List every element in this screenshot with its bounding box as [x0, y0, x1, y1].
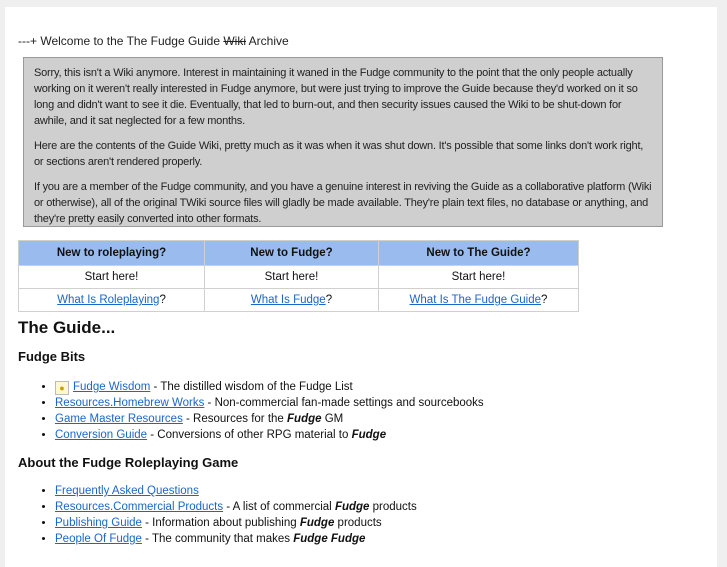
fudge-emphasis: Fudge [299, 517, 335, 529]
item-description: - The distilled wisdom of the Fudge List [150, 381, 353, 393]
game-master-resources-link[interactable]: Game Master Resources [55, 413, 183, 425]
link-cell: What Is Roleplaying? [18, 288, 205, 312]
table-row: What Is Roleplaying? What Is Fudge? What… [18, 288, 579, 312]
archive-notice-box: Sorry, this isn't a Wiki anymore. Intere… [23, 57, 663, 227]
what-is-fudge-link[interactable]: What Is Fudge [251, 294, 326, 306]
list-item: Conversion Guide - Conversions of other … [55, 427, 484, 443]
guide-heading: The Guide... [18, 318, 116, 337]
fudge-emphasis: Fudge Fudge [293, 533, 366, 545]
fudge-bits-heading: Fudge Bits [18, 349, 86, 364]
item-description: - Non-commercial fan-made settings and s… [204, 397, 484, 409]
item-description: - The community that makes [141, 533, 294, 545]
start-here-cell: Start here! [204, 265, 379, 289]
people-of-fudge-link[interactable]: People Of Fudge [55, 533, 142, 545]
list-item: Frequently Asked Questions [55, 483, 417, 499]
title-struck-word: Wiki [223, 34, 246, 48]
item-description: GM [321, 413, 344, 425]
table-row: Start here! Start here! Start here! [18, 265, 579, 289]
item-description: - Resources for the [182, 413, 288, 425]
question-mark: ? [159, 294, 166, 306]
link-cell: What Is Fudge? [204, 288, 379, 312]
what-is-roleplaying-link[interactable]: What Is Roleplaying [57, 294, 159, 306]
list-item: Publishing Guide - Information about pub… [55, 515, 417, 531]
homebrew-works-link[interactable]: Resources.Homebrew Works [55, 397, 204, 409]
lightbulb-icon: ● [55, 381, 69, 395]
fudge-emphasis: Fudge [351, 429, 387, 441]
header-new-to-guide: New to The Guide? [378, 240, 579, 266]
question-mark: ? [541, 294, 548, 306]
header-new-to-fudge: New to Fudge? [204, 240, 379, 266]
item-description: products [369, 501, 417, 513]
fudge-emphasis: Fudge [334, 501, 370, 513]
item-description: products [334, 517, 382, 529]
start-here-cell: Start here! [378, 265, 579, 289]
fudge-wisdom-link[interactable]: Fudge Wisdom [73, 381, 150, 393]
about-fudge-list: Frequently Asked Questions Resources.Com… [27, 483, 417, 547]
start-here-cell: Start here! [18, 265, 205, 289]
notice-paragraph: If you are a member of the Fudge communi… [34, 181, 652, 225]
question-mark: ? [325, 294, 333, 306]
table-header-row: New to roleplaying? New to Fudge? New to… [18, 240, 579, 266]
header-new-to-roleplaying: New to roleplaying? [18, 240, 205, 266]
conversion-guide-link[interactable]: Conversion Guide [55, 429, 147, 441]
item-description: - Conversions of other RPG material to [147, 429, 352, 441]
fudge-bits-list: ● Fudge Wisdom - The distilled wisdom of … [27, 379, 484, 443]
publishing-guide-link[interactable]: Publishing Guide [55, 517, 142, 529]
item-description: - A list of commercial [223, 501, 335, 513]
page-title: ---+ Welcome to the The Fudge Guide Wiki… [18, 34, 289, 48]
list-item: ● Fudge Wisdom - The distilled wisdom of … [55, 379, 484, 395]
faq-link[interactable]: Frequently Asked Questions [55, 485, 199, 497]
list-item: Resources.Homebrew Works - Non-commercia… [55, 395, 484, 411]
list-item: Game Master Resources - Resources for th… [55, 411, 484, 427]
title-prefix: ---+ Welcome to the The Fudge Guide [18, 34, 224, 48]
start-here-table: New to roleplaying? New to Fudge? New to… [18, 240, 579, 312]
what-is-fudge-guide-link[interactable]: What Is The Fudge Guide [410, 294, 541, 306]
link-cell: What Is The Fudge Guide? [378, 288, 579, 312]
title-suffix: Archive [246, 34, 289, 48]
page-container: ---+ Welcome to the The Fudge Guide Wiki… [5, 7, 717, 567]
fudge-emphasis: Fudge [287, 413, 322, 425]
item-description: - Information about publishing [141, 517, 300, 529]
notice-paragraph: Here are the contents of the Guide Wiki,… [34, 140, 644, 168]
about-fudge-heading: About the Fudge Roleplaying Game [18, 455, 239, 470]
commercial-products-link[interactable]: Resources.Commercial Products [55, 501, 223, 513]
notice-paragraph: Sorry, this isn't a Wiki anymore. Intere… [34, 67, 638, 127]
list-item: Resources.Commercial Products - A list o… [55, 499, 417, 515]
